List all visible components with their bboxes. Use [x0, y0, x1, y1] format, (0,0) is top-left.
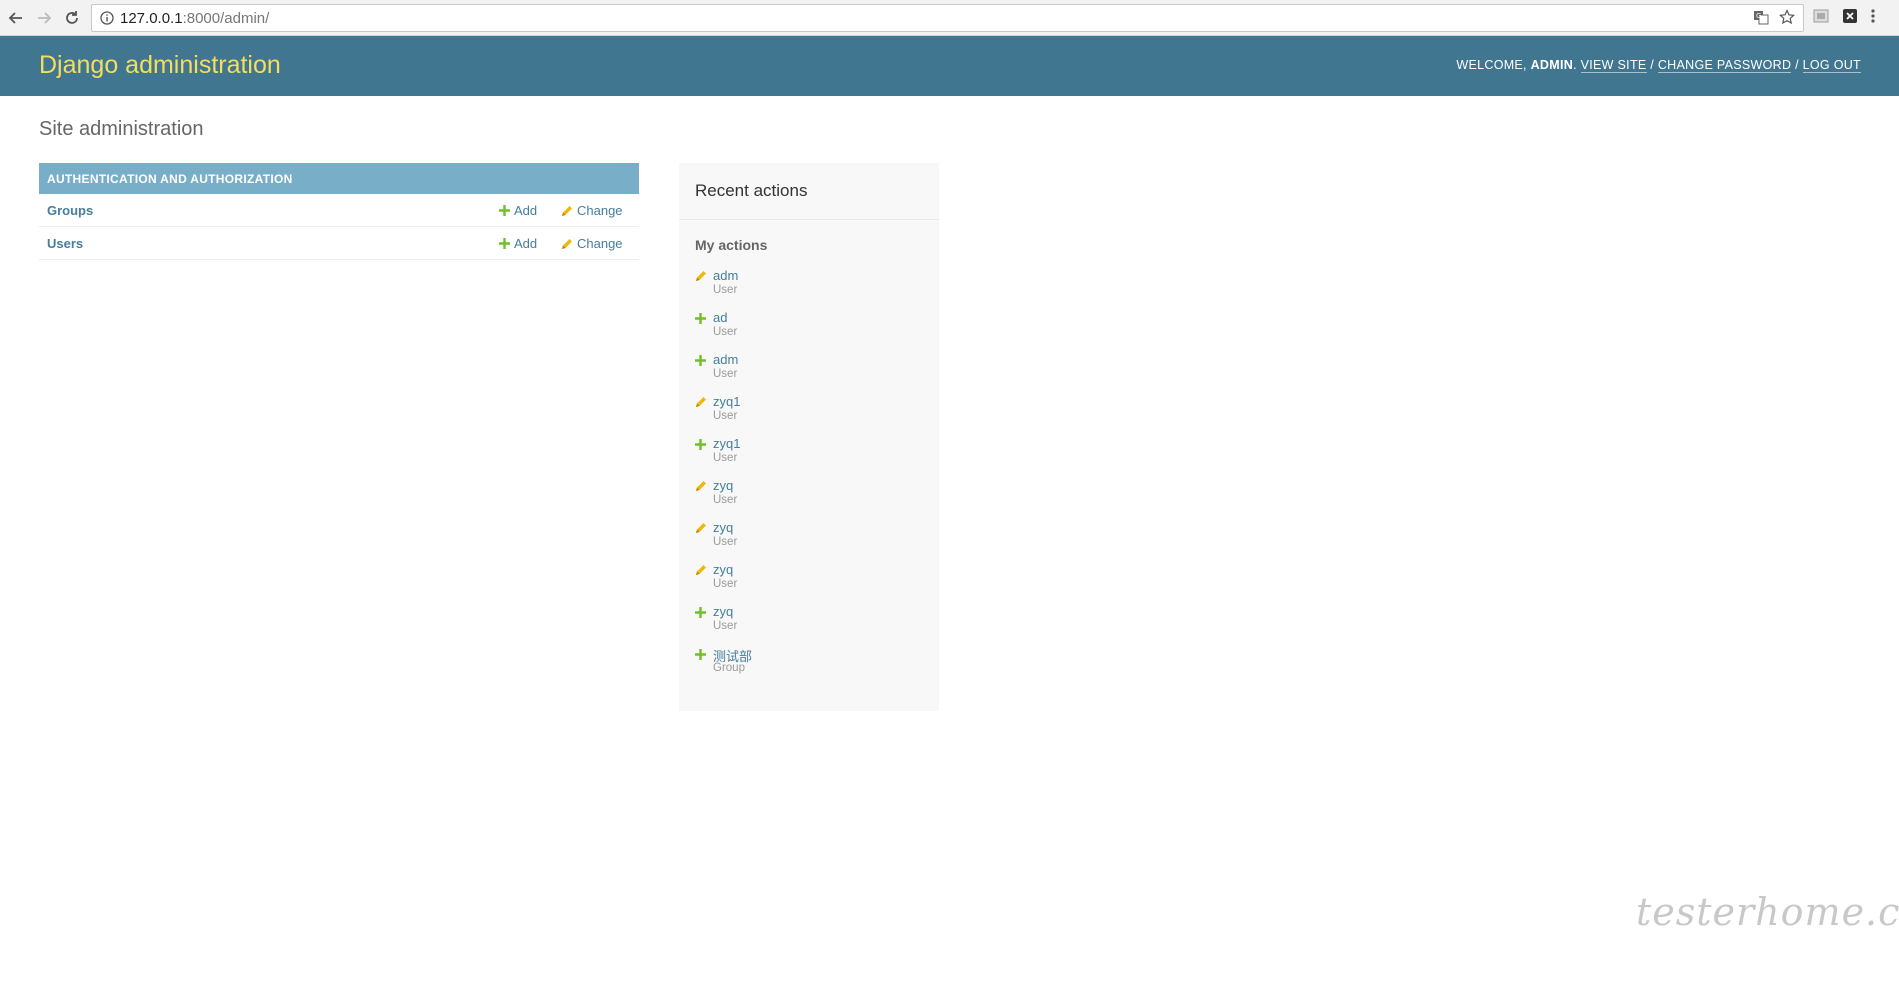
- change-icon: [695, 563, 707, 575]
- action-content-type: User: [713, 368, 738, 380]
- page-title: Site administration: [39, 118, 204, 140]
- user-tools: Welcome, admin. View site / Change passw…: [1456, 58, 1861, 73]
- action-item: 测试部 Group: [695, 646, 925, 688]
- users-link[interactable]: Users: [47, 236, 83, 251]
- model-row-groups: Groups Add Change: [39, 194, 639, 227]
- address-bar[interactable]: 127.0.0.1:8000/admin/ G: [91, 4, 1804, 32]
- add-icon: [695, 437, 707, 450]
- change-label: Change: [577, 236, 623, 251]
- change-password-link[interactable]: Change password: [1657, 58, 1792, 73]
- action-item: zyq1 User: [695, 436, 925, 478]
- star-icon[interactable]: [1779, 9, 1795, 29]
- add-icon: [499, 238, 510, 249]
- change-icon: [695, 269, 707, 281]
- action-content-type: User: [713, 410, 738, 422]
- groups-add-link[interactable]: Add: [499, 203, 537, 218]
- action-object-link[interactable]: ad: [713, 310, 727, 325]
- reload-icon[interactable]: [60, 6, 84, 30]
- action-content-type: Group: [713, 662, 745, 674]
- translate-icon[interactable]: G: [1753, 9, 1769, 29]
- admin-header: Django administration Welcome, admin. Vi…: [0, 36, 1899, 96]
- add-icon: [695, 605, 707, 618]
- action-object-link[interactable]: zyq: [713, 562, 733, 577]
- action-object-link[interactable]: adm: [713, 268, 738, 283]
- action-object-link[interactable]: adm: [713, 352, 738, 367]
- action-content-type: User: [713, 326, 738, 338]
- pencil-icon: [562, 238, 572, 249]
- change-label: Change: [577, 203, 623, 218]
- url-path: :8000/admin/: [182, 9, 270, 27]
- action-item: ad User: [695, 310, 925, 352]
- extension-icon[interactable]: [1812, 7, 1830, 30]
- back-icon[interactable]: [4, 6, 28, 30]
- action-item: zyq User: [695, 478, 925, 520]
- groups-change-link[interactable]: Change: [561, 203, 623, 218]
- change-icon: [695, 479, 707, 491]
- action-item: adm User: [695, 268, 925, 310]
- action-object-link[interactable]: zyq: [713, 478, 733, 493]
- separator: /: [1791, 58, 1803, 72]
- users-add-link[interactable]: Add: [499, 236, 537, 251]
- welcome-text: Welcome,: [1456, 58, 1531, 72]
- watermark: testerhome.com: [1636, 890, 1899, 934]
- add-icon: [695, 353, 707, 366]
- action-item: zyq User: [695, 520, 925, 562]
- my-actions-heading: My actions: [695, 237, 768, 253]
- svg-text:G: G: [1756, 12, 1761, 20]
- users-change-link[interactable]: Change: [561, 236, 623, 251]
- add-label: Add: [514, 236, 538, 251]
- site-branding[interactable]: Django administration: [39, 51, 281, 80]
- pencil-icon: [562, 205, 572, 216]
- action-content-type: User: [713, 620, 738, 632]
- log-out-link[interactable]: Log out: [1802, 58, 1861, 73]
- recent-actions-panel: Recent actions My actions adm User ad User a…: [679, 163, 939, 711]
- auth-module: Authentication and Authorization Groups …: [39, 163, 639, 260]
- view-site-link[interactable]: View site: [1580, 58, 1647, 73]
- action-item: zyq User: [695, 604, 925, 646]
- action-content-type: User: [713, 494, 738, 506]
- close-extension-icon[interactable]: [1842, 8, 1858, 29]
- add-icon: [695, 647, 707, 660]
- forward-icon[interactable]: [32, 6, 56, 30]
- action-object-link[interactable]: zyq: [713, 520, 733, 535]
- url-host: 127.0.0.1: [120, 9, 183, 27]
- module-caption[interactable]: Authentication and Authorization: [39, 163, 639, 194]
- action-object-link[interactable]: zyq1: [713, 436, 740, 451]
- recent-actions-title: Recent actions: [679, 163, 939, 220]
- add-icon: [695, 311, 707, 324]
- groups-link[interactable]: Groups: [47, 203, 93, 218]
- action-item: adm User: [695, 352, 925, 394]
- add-icon: [499, 205, 510, 216]
- action-content-type: User: [713, 284, 738, 296]
- action-object-link[interactable]: zyq: [713, 604, 733, 619]
- action-object-link[interactable]: zyq1: [713, 394, 740, 409]
- change-icon: [695, 395, 707, 407]
- add-label: Add: [514, 203, 538, 218]
- action-content-type: User: [713, 578, 738, 590]
- change-icon: [695, 521, 707, 533]
- separator: /: [1646, 58, 1658, 72]
- info-icon[interactable]: [100, 11, 114, 25]
- menu-icon[interactable]: [1870, 8, 1876, 29]
- action-item: zyq1 User: [695, 394, 925, 436]
- action-item: zyq User: [695, 562, 925, 604]
- model-row-users: Users Add Change: [39, 227, 639, 260]
- action-content-type: User: [713, 536, 738, 548]
- action-content-type: User: [713, 452, 738, 464]
- browser-toolbar: 127.0.0.1:8000/admin/ G: [0, 0, 1899, 36]
- actions-list: adm User ad User adm User zyq1 User zyq1 User zyq U…: [695, 268, 925, 688]
- username: admin: [1530, 58, 1574, 72]
